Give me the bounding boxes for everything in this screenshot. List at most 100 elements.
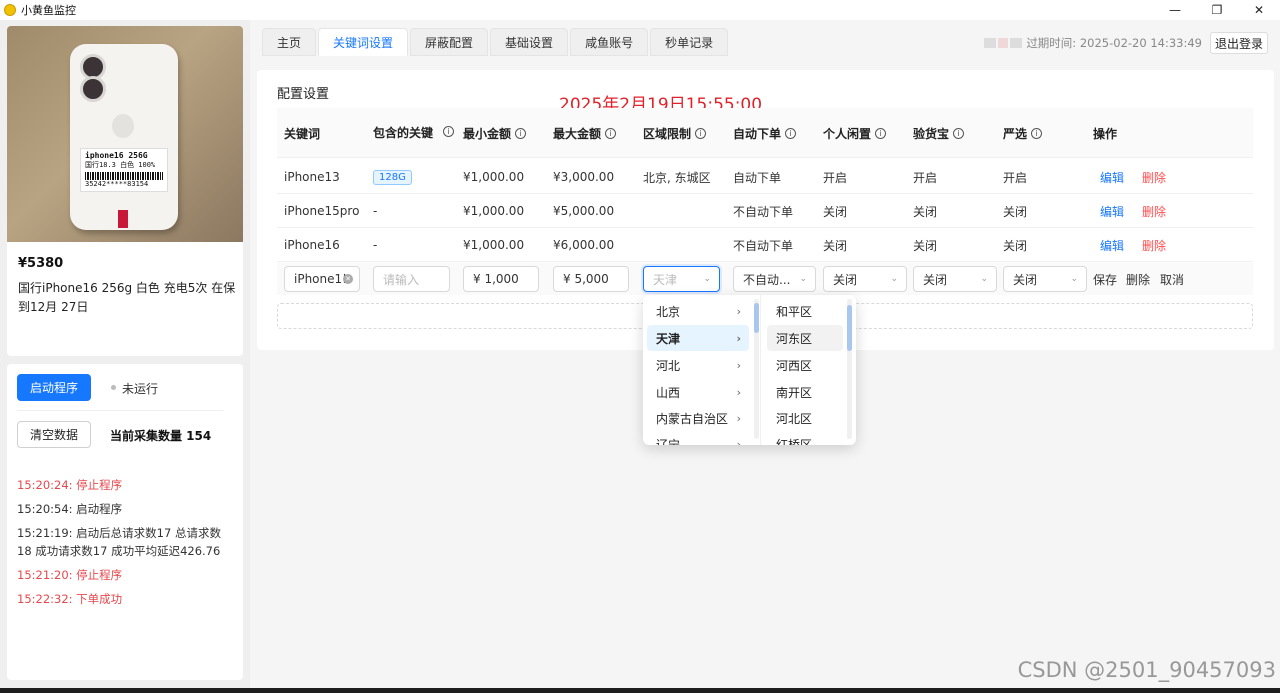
delete-link[interactable]: 删除 (1126, 263, 1150, 295)
info-icon[interactable]: i (1031, 127, 1043, 139)
province-option[interactable]: 山西 › (647, 379, 749, 405)
edit-link[interactable]: 编辑 (1100, 160, 1124, 194)
cancel-link[interactable]: 取消 (1160, 263, 1184, 295)
edit-link[interactable]: 编辑 (1100, 194, 1124, 228)
region-cascader-input[interactable]: 天津 ⌄ (643, 266, 720, 292)
chevron-right-icon: › (736, 304, 741, 318)
status-dot-icon (111, 385, 116, 390)
minimize-icon[interactable]: — (1154, 0, 1196, 20)
restore-icon[interactable]: ❐ (1196, 0, 1238, 20)
chevron-down-icon: ⌄ (799, 274, 807, 284)
log-card: 15:20:24: 停止程序 15:20:54: 启动程序 15:21:19: … (7, 466, 243, 680)
info-icon[interactable]: i (875, 127, 887, 139)
left-panel: iphone16 256G 国行18.3 白色 100% 35242*****8… (0, 20, 250, 688)
log-line: 15:20:54: 启动程序 (17, 502, 123, 516)
district-option[interactable]: 和平区 (767, 298, 843, 324)
title-bar: 小黄鱼监控 — ❐ ✕ (0, 0, 1280, 20)
th-personal: 个人闲置 i (823, 108, 887, 158)
expire-time: 过期时间: 2025-02-20 14:33:49 (1026, 36, 1202, 50)
include-keyword-input[interactable]: 请输入 (373, 266, 450, 292)
th-yanxuan: 严选 i (1003, 108, 1043, 158)
region-cascader-dropdown: 北京 › 天津 › 河北 › 山西 › 内蒙古自治区 › 辽宁 › 和平区 河东区 河西区 … (643, 295, 856, 445)
log-line: 15:21:20: 停止程序 (17, 568, 123, 582)
chevron-right-icon: › (736, 358, 741, 372)
chevron-right-icon: › (736, 385, 741, 399)
province-option[interactable]: 天津 › (647, 325, 749, 351)
product-card: iphone16 256G 国行18.3 白色 100% 35242*****8… (7, 26, 243, 356)
edit-link[interactable]: 编辑 (1100, 228, 1124, 262)
th-yhb: 验货宝 i (913, 108, 965, 158)
delete-link[interactable]: 删除 (1142, 194, 1166, 228)
table-row: iPhone13 128G ¥1,000.00 ¥3,000.00 北京, 东城… (277, 160, 1253, 194)
tab-basic-settings[interactable]: 基础设置 (490, 28, 569, 56)
min-amount-input[interactable]: ¥ 1,000 (463, 266, 539, 292)
province-option[interactable]: 河北 › (647, 352, 749, 378)
close-icon[interactable]: ✕ (1238, 0, 1280, 20)
tab-xianyu-account[interactable]: 咸鱼账号 (570, 28, 649, 56)
info-icon[interactable]: i (443, 126, 454, 137)
expire-info: 过期时间: 2025-02-20 14:33:49 退出登录 (984, 32, 1268, 54)
info-icon[interactable]: i (785, 127, 797, 139)
auto-order-select[interactable]: 不自动... ⌄ (733, 266, 816, 292)
scrollbar[interactable] (754, 299, 759, 439)
chevron-down-icon: ⌄ (980, 274, 988, 284)
info-icon[interactable]: i (515, 127, 527, 139)
yanxuan-select[interactable]: 关闭 ⌄ (1003, 266, 1087, 292)
province-option[interactable]: 北京 › (647, 298, 749, 324)
th-min: 最小金额 i (463, 108, 527, 158)
apple-logo-icon (112, 114, 134, 138)
edit-row: iPhone1! ✕ 请输入 ¥ 1,000 ¥ 5,000 天津 ⌄ 不自动..… (277, 263, 1253, 295)
logout-button[interactable]: 退出登录 (1209, 32, 1268, 54)
personal-idle-select[interactable]: 关闭 ⌄ (823, 266, 907, 292)
keyword-tag: 128G (373, 169, 412, 185)
product-image: iphone16 256G 国行18.3 白色 100% 35242*****8… (7, 26, 243, 242)
panel-title: 配置设置 (277, 87, 330, 102)
district-option[interactable]: 河东区 (767, 325, 843, 351)
chevron-right-icon: › (736, 411, 741, 425)
log-line: 15:21:19: 启动后总请求数17 总请求数18 成功请求数17 成功平均延… (17, 526, 221, 558)
collect-count: 当前采集数量 154 (110, 429, 212, 443)
info-icon[interactable]: i (605, 127, 617, 139)
chevron-down-icon: ⌄ (1070, 274, 1078, 284)
delete-link[interactable]: 删除 (1142, 160, 1166, 194)
district-option[interactable]: 河西区 (767, 352, 843, 378)
table-header: 关键词 包含的关键字 i 最小金额i 最大金额i 区域限制i 自动下单i 个人闲… (277, 108, 1253, 158)
scrollbar[interactable] (847, 299, 852, 439)
province-column: 北京 › 天津 › 河北 › 山西 › 内蒙古自治区 › 辽宁 › (643, 295, 761, 445)
yanhuobao-select[interactable]: 关闭 ⌄ (913, 266, 997, 292)
log-line: 15:22:32: 下单成功 (17, 592, 123, 606)
district-option[interactable]: 河北区 (767, 405, 843, 431)
save-link[interactable]: 保存 (1093, 263, 1117, 295)
product-price: ¥5380 (18, 256, 64, 271)
barcode (85, 172, 163, 180)
taskbar-strip (0, 688, 1280, 693)
tab-bar: 主页 关键词设置 屏蔽配置 基础设置 咸鱼账号 秒单记录 (262, 28, 730, 56)
th-region: 区域限制 i (643, 108, 707, 158)
th-max: 最大金额 i (553, 108, 617, 158)
district-column: 和平区 河东区 河西区 南开区 河北区 红桥区 (763, 295, 856, 445)
keyword-input[interactable]: iPhone1! ✕ (284, 266, 360, 292)
district-option[interactable]: 红桥区 (767, 431, 843, 446)
info-icon[interactable]: i (953, 127, 965, 139)
tab-block-config[interactable]: 屏蔽配置 (410, 28, 489, 56)
district-option[interactable]: 南开区 (767, 379, 843, 405)
log-line: 15:20:24: 停止程序 (17, 478, 123, 492)
table-row: iPhone15pro - ¥1,000.00 ¥5,000.00 不自动下单 … (277, 194, 1253, 228)
th-keyword: 关键词 (284, 126, 321, 141)
clear-icon[interactable]: ✕ (343, 274, 353, 284)
th-auto: 自动下单 i (733, 108, 797, 158)
iphone-photo: iphone16 256G 国行18.3 白色 100% 35242*****8… (70, 44, 178, 230)
watermark: CSDN @2501_90457093 (1017, 658, 1276, 682)
table-row: iPhone16 - ¥1,000.00 ¥6,000.00 不自动下单 关闭 … (277, 228, 1253, 262)
start-program-button[interactable]: 启动程序 (17, 374, 91, 401)
clear-data-button[interactable]: 清空数据 (17, 421, 91, 448)
max-amount-input[interactable]: ¥ 5,000 (553, 266, 629, 292)
tab-keyword-settings[interactable]: 关键词设置 (318, 28, 409, 56)
product-description: 国行iPhone16 256g 白色 充电5次 在保到12月 27日 (18, 281, 236, 314)
province-option[interactable]: 辽宁 › (647, 431, 749, 446)
delete-link[interactable]: 删除 (1142, 228, 1166, 262)
info-icon[interactable]: i (695, 127, 707, 139)
tab-home[interactable]: 主页 (262, 28, 317, 56)
province-option[interactable]: 内蒙古自治区 › (647, 405, 749, 431)
tab-order-records[interactable]: 秒单记录 (650, 28, 729, 56)
